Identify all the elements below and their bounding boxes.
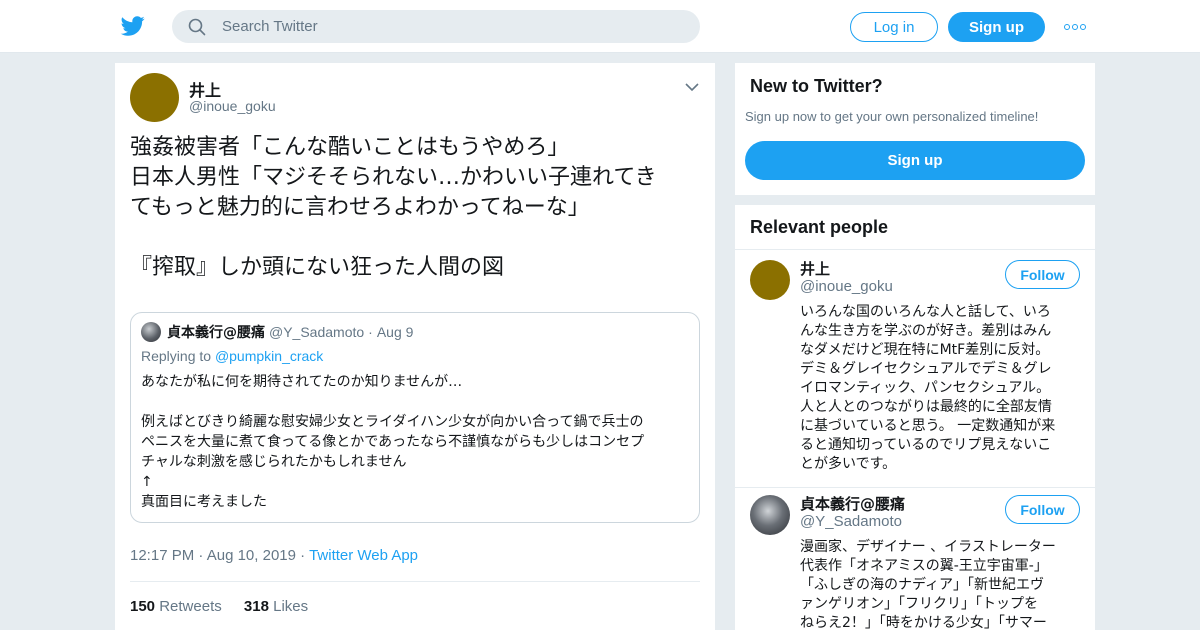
login-button[interactable]: Log in <box>850 12 938 42</box>
bio-line: ァンゲリオン」「フリクリ」「トップを <box>800 596 1038 612</box>
avatar[interactable] <box>130 73 179 122</box>
quoted-tweet-date: Aug 9 <box>376 324 414 340</box>
person-bio: いろんな国のいろんな人と話して、いろ んな生き方を学ぶのが好き。差別はみん なダ… <box>800 303 1080 474</box>
bio-line: いろんな国のいろんな人と話して、いろ <box>800 304 1051 320</box>
relevant-people-card: Relevant people 井上 @inoue_goku Follow いろ… <box>735 205 1095 630</box>
separator-dot: · <box>368 324 373 340</box>
more-options-icon[interactable] <box>1064 22 1086 32</box>
signup-prompt-card: New to Twitter? Sign up now to get your … <box>735 63 1095 195</box>
signup-card-subtitle: Sign up now to get your own personalized… <box>745 109 1039 124</box>
tweet-author-handle[interactable]: @inoue_goku <box>189 98 276 114</box>
signup-button[interactable]: Sign up <box>948 12 1045 42</box>
avatar[interactable] <box>750 260 790 300</box>
likes-label[interactable]: Likes <box>273 598 308 615</box>
bio-line: なダメだけど現在特にMtF差別に反対。 <box>800 342 1050 358</box>
bio-line: デミ＆グレイセクシュアルでデミ＆グレ <box>800 361 1052 377</box>
divider <box>735 249 1095 250</box>
person-handle[interactable]: @inoue_goku <box>800 278 893 295</box>
quoted-text-line: 真面目に考えました <box>141 494 267 510</box>
tweet-stats: 150 Retweets 318 Likes <box>130 598 326 615</box>
likes-count[interactable]: 318 <box>244 598 269 615</box>
quoted-text-line: ペニスを大量に煮て食ってる像とかであったなら不謹慎ながらも少しはコンセプ <box>141 434 645 450</box>
quoted-author-handle: @Y_Sadamoto <box>269 324 365 340</box>
bio-line: に基づいていると思う。 一定数通知が来 <box>800 418 1056 434</box>
retweets-count[interactable]: 150 <box>130 598 155 615</box>
quoted-author-name: 貞本義行@腰痛 <box>167 325 265 341</box>
follow-button[interactable]: Follow <box>1005 260 1080 289</box>
person-name[interactable]: 井上 <box>800 258 830 279</box>
chevron-down-icon[interactable] <box>685 82 699 92</box>
replying-to-prefix: Replying to <box>141 348 212 364</box>
quoted-text-line: あなたが私に何を期待されてたのか知りませんが… <box>141 374 463 390</box>
relevant-people-title: Relevant people <box>750 217 889 237</box>
bio-line: 代表作「オネアミスの翼-王立宇宙軍-」 <box>800 558 1048 574</box>
quoted-tweet[interactable]: 貞本義行@腰痛 @Y_Sadamoto · Aug 9 Replying to @pu… <box>130 312 700 523</box>
search-input[interactable] <box>222 10 682 43</box>
avatar[interactable] <box>750 495 790 535</box>
quoted-text-line: チャルな刺激を感じられたかもしれません <box>141 454 407 470</box>
bio-line: 「ふしぎの海のナディア」「新世紀エヴ <box>800 577 1045 593</box>
tweet-text-line: 日本人男性「マジそそられない…かわいい子連れてき <box>130 165 657 190</box>
bio-line: 人と人とのつながりは最終的に全部友情 <box>800 399 1052 415</box>
tweet-text: 強姦被害者「こんな酷いことはもうやめろ」 日本人男性「マジそそられない…かわいい… <box>130 133 700 283</box>
bio-line: ねらえ2！」「時をかける少女」「サマー <box>800 615 1047 630</box>
person-name[interactable]: 貞本義行@腰痛 <box>800 493 905 514</box>
divider <box>735 487 1095 488</box>
tweet-card: 井上 @inoue_goku 強姦被害者「こんな酷いことはもうやめろ」 日本人男… <box>115 63 715 630</box>
search-box[interactable] <box>172 10 700 43</box>
quoted-text-line <box>141 392 691 412</box>
replying-to-line: Replying to @pumpkin_crack <box>141 348 323 364</box>
person-handle[interactable]: @Y_Sadamoto <box>800 513 902 530</box>
tweet-text-line: てもっと魅力的に言わせろよわかってねーな」 <box>130 195 590 220</box>
person-bio: 漫画家、デザイナー 、イラストレーター 代表作「オネアミスの翼-王立宇宙軍-」 … <box>800 538 1080 630</box>
bio-line: ると通知切っているのでリプ見えないこ <box>800 437 1052 453</box>
signup-card-title: New to Twitter? <box>750 76 883 96</box>
tweet-text-line: 強姦被害者「こんな酷いことはもうやめろ」 <box>130 135 570 160</box>
quoted-tweet-text: あなたが私に何を期待されてたのか知りませんが… 例えばとびきり綺麗な慰安婦少女と… <box>141 372 691 512</box>
follow-button[interactable]: Follow <box>1005 495 1080 524</box>
quoted-tweet-header: 貞本義行@腰痛 @Y_Sadamoto · Aug 9 <box>167 322 413 342</box>
bio-line: イロマンティック、パンセクシュアル。 <box>800 380 1051 396</box>
replying-to-handle[interactable]: @pumpkin_crack <box>215 348 323 364</box>
search-icon <box>188 18 206 36</box>
tweet-time: 12:17 PM <box>130 547 195 564</box>
quoted-author-avatar <box>141 322 161 342</box>
tweet-date: Aug 10, 2019 <box>206 547 296 564</box>
tweet-text-line: 『搾取』しか頭にない狂った人間の図 <box>130 255 505 280</box>
twitter-bird-logo-icon[interactable] <box>120 14 146 38</box>
bio-line: とが多いです。 <box>800 456 897 472</box>
divider <box>130 581 700 582</box>
retweets-label[interactable]: Retweets <box>159 598 222 615</box>
bio-line: 漫画家、デザイナー 、イラストレーター <box>800 539 1056 555</box>
tweet-timestamp: 12:17 PM · Aug 10, 2019 · Twitter Web Ap… <box>130 547 418 564</box>
tweet-text-line <box>130 223 700 253</box>
quoted-text-line: ↑ <box>141 474 153 490</box>
quoted-text-line: 例えばとびきり綺麗な慰安婦少女とライダイハン少女が向かい合って鍋で兵士の <box>141 414 644 430</box>
top-navigation-bar: Log in Sign up <box>0 0 1200 53</box>
separator-dot: · <box>300 547 306 564</box>
separator-dot: · <box>198 547 204 564</box>
signup-card-button[interactable]: Sign up <box>745 141 1085 180</box>
tweet-source-link[interactable]: Twitter Web App <box>309 547 418 564</box>
bio-line: んな生き方を学ぶのが好き。差別はみん <box>800 323 1052 339</box>
